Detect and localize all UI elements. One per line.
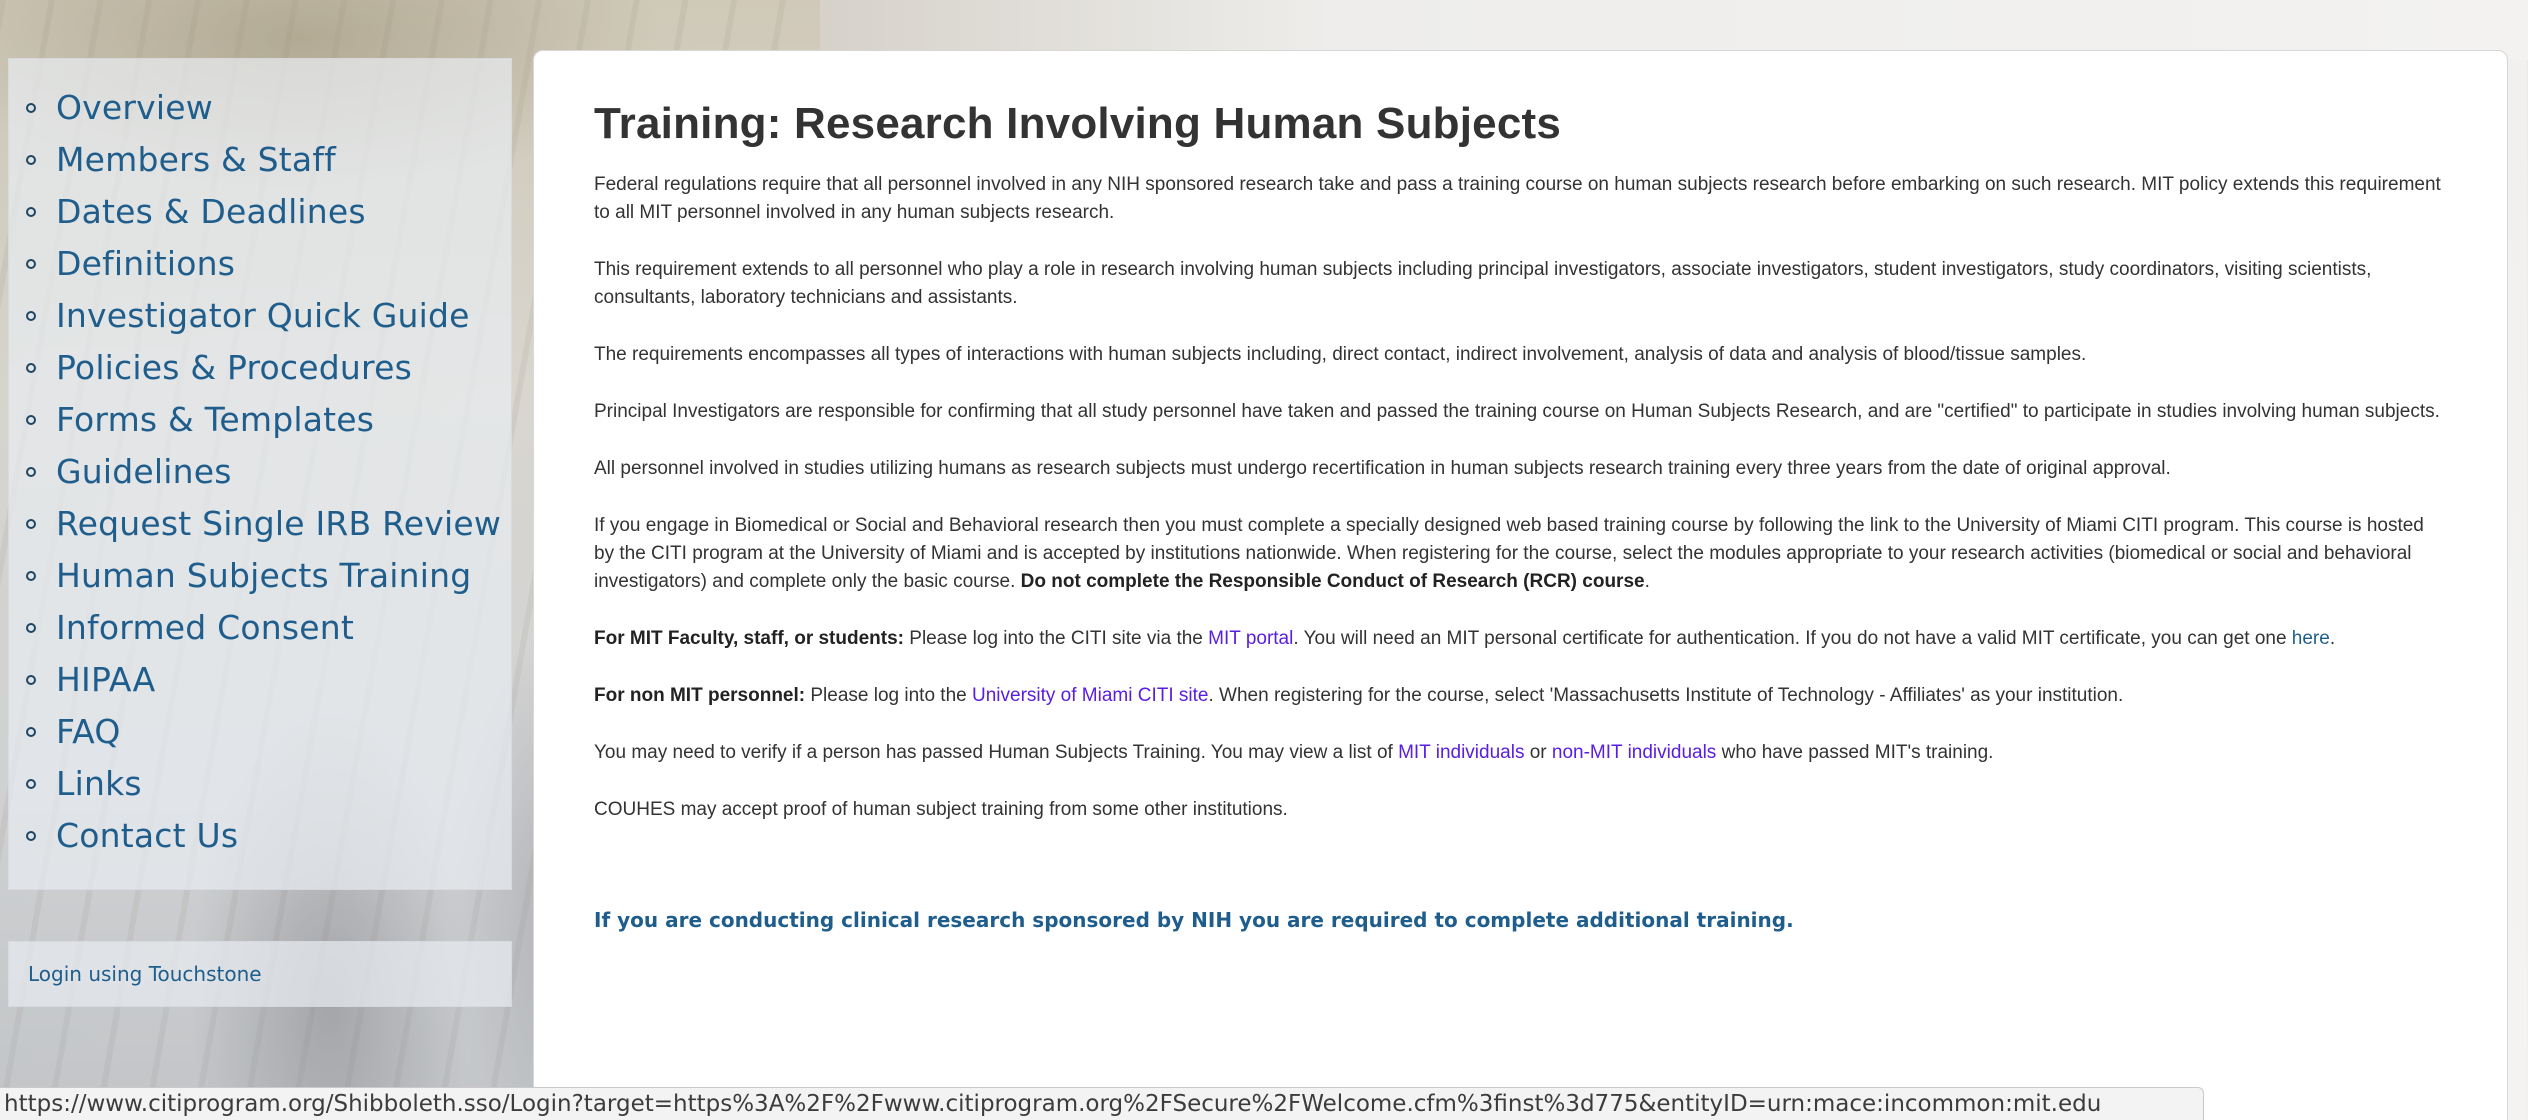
main-content: Training: Research Involving Human Subje… [533, 50, 2508, 1120]
paragraph-personnel-scope: This requirement extends to all personne… [594, 259, 2372, 308]
bullet-icon [26, 103, 36, 113]
or-text: or [1524, 742, 1552, 763]
login-box: Login using Touchstone [8, 941, 512, 1007]
bullet-icon [26, 207, 36, 217]
nih-additional-training-link[interactable]: If you are conducting clinical research … [594, 908, 2447, 932]
sidebar-item-links: Links [9, 757, 511, 809]
sidebar-item-hipaa: HIPAA [9, 653, 511, 705]
sidebar-link-contact-us[interactable]: Contact Us [56, 816, 238, 855]
bullet-icon [26, 623, 36, 633]
sidebar-link-dates-deadlines[interactable]: Dates & Deadlines [56, 192, 366, 231]
verify-text: You may need to verify if a person has p… [594, 742, 1399, 763]
bullet-icon [26, 519, 36, 529]
sidebar-link-hipaa[interactable]: HIPAA [56, 660, 155, 699]
bullet-icon [26, 155, 36, 165]
miami-citi-site-link[interactable]: University of Miami CITI site [972, 685, 1208, 706]
sidebar-link-informed-consent[interactable]: Informed Consent [56, 608, 354, 647]
rcr-warning: Do not complete the Responsible Conduct … [1020, 571, 1645, 592]
bullet-icon [26, 675, 36, 685]
certificate-here-link[interactable]: here [2292, 628, 2330, 649]
sidebar-link-investigator-quick-guide[interactable]: Investigator Quick Guide [56, 296, 470, 335]
bullet-icon [26, 571, 36, 581]
mit-cert-text: . You will need an MIT personal certific… [1293, 628, 2292, 649]
sidebar-menu: Overview Members & Staff Dates & Deadlin… [9, 59, 511, 861]
sidebar-item-faq: FAQ [9, 705, 511, 757]
bullet-icon [26, 259, 36, 269]
sidebar-item-overview: Overview [9, 81, 511, 133]
sidebar-link-forms-templates[interactable]: Forms & Templates [56, 400, 374, 439]
period-text: . [1644, 571, 1650, 592]
sidebar-link-guidelines[interactable]: Guidelines [56, 452, 232, 491]
sidebar-item-investigator-quick-guide: Investigator Quick Guide [9, 289, 511, 341]
status-bar-url: https://www.citiprogram.org/Shibboleth.s… [0, 1087, 2204, 1120]
sidebar-item-policies-procedures: Policies & Procedures [9, 341, 511, 393]
sidebar-link-request-single-irb-review[interactable]: Request Single IRB Review [56, 504, 501, 543]
paragraph-mit-login: For MIT Faculty, staff, or students: Ple… [594, 625, 2447, 653]
sidebar-item-informed-consent: Informed Consent [9, 601, 511, 653]
sidebar-link-policies-procedures[interactable]: Policies & Procedures [56, 348, 412, 387]
mit-login-text: Please log into the CITI site via the [904, 628, 1209, 649]
sidebar-link-definitions[interactable]: Definitions [56, 244, 235, 283]
sidebar-item-forms-templates: Forms & Templates [9, 393, 511, 445]
passed-training-text: who have passed MIT's training. [1716, 742, 1994, 763]
bullet-icon [26, 363, 36, 373]
mit-individuals-link[interactable]: MIT individuals [1398, 742, 1524, 763]
paragraph-federal-regulations: Federal regulations require that all per… [594, 174, 2441, 223]
touchstone-login-link[interactable]: Login using Touchstone [28, 962, 262, 986]
sidebar-link-overview[interactable]: Overview [56, 88, 213, 127]
paragraph-interaction-types: The requirements encompasses all types o… [594, 344, 2087, 365]
non-mit-audience-label: For non MIT personnel: [594, 685, 806, 706]
bullet-icon [26, 311, 36, 321]
bullet-icon [26, 779, 36, 789]
bullet-icon [26, 415, 36, 425]
mit-portal-link[interactable]: MIT portal [1208, 628, 1293, 649]
sidebar-item-dates-deadlines: Dates & Deadlines [9, 185, 511, 237]
mit-audience-label: For MIT Faculty, staff, or students: [594, 628, 904, 649]
bullet-icon [26, 727, 36, 737]
paragraph-citi-program: If you engage in Biomedical or Social an… [594, 512, 2447, 596]
non-mit-institution-text: . When registering for the course, selec… [1208, 685, 2124, 706]
sidebar-item-request-single-irb-review: Request Single IRB Review [9, 497, 511, 549]
bullet-icon [26, 467, 36, 477]
paragraph-recertification: All personnel involved in studies utiliz… [594, 458, 2171, 479]
non-mit-individuals-link[interactable]: non-MIT individuals [1552, 742, 1716, 763]
sidebar-link-faq[interactable]: FAQ [56, 712, 121, 751]
sidebar-link-members-staff[interactable]: Members & Staff [56, 140, 336, 179]
sidebar-item-contact-us: Contact Us [9, 809, 511, 861]
paragraph-other-institutions: COUHES may accept proof of human subject… [594, 799, 1288, 820]
non-mit-login-text: Please log into the [805, 685, 972, 706]
sidebar-nav: Overview Members & Staff Dates & Deadlin… [8, 58, 512, 890]
sidebar-item-definitions: Definitions [9, 237, 511, 289]
period-text: . [2329, 628, 2336, 649]
sidebar-item-guidelines: Guidelines [9, 445, 511, 497]
sidebar-item-members-staff: Members & Staff [9, 133, 511, 185]
sidebar-link-human-subjects-training[interactable]: Human Subjects Training [56, 556, 471, 595]
bullet-icon [26, 831, 36, 841]
paragraph-verify-training: You may need to verify if a person has p… [594, 739, 2447, 767]
sidebar-item-human-subjects-training: Human Subjects Training [9, 549, 511, 601]
paragraph-pi-responsibility: Principal Investigators are responsible … [594, 401, 2440, 422]
sidebar-link-links[interactable]: Links [56, 764, 142, 803]
page-title: Training: Research Involving Human Subje… [594, 99, 1562, 148]
paragraph-non-mit-login: For non MIT personnel: Please log into t… [594, 682, 2447, 710]
